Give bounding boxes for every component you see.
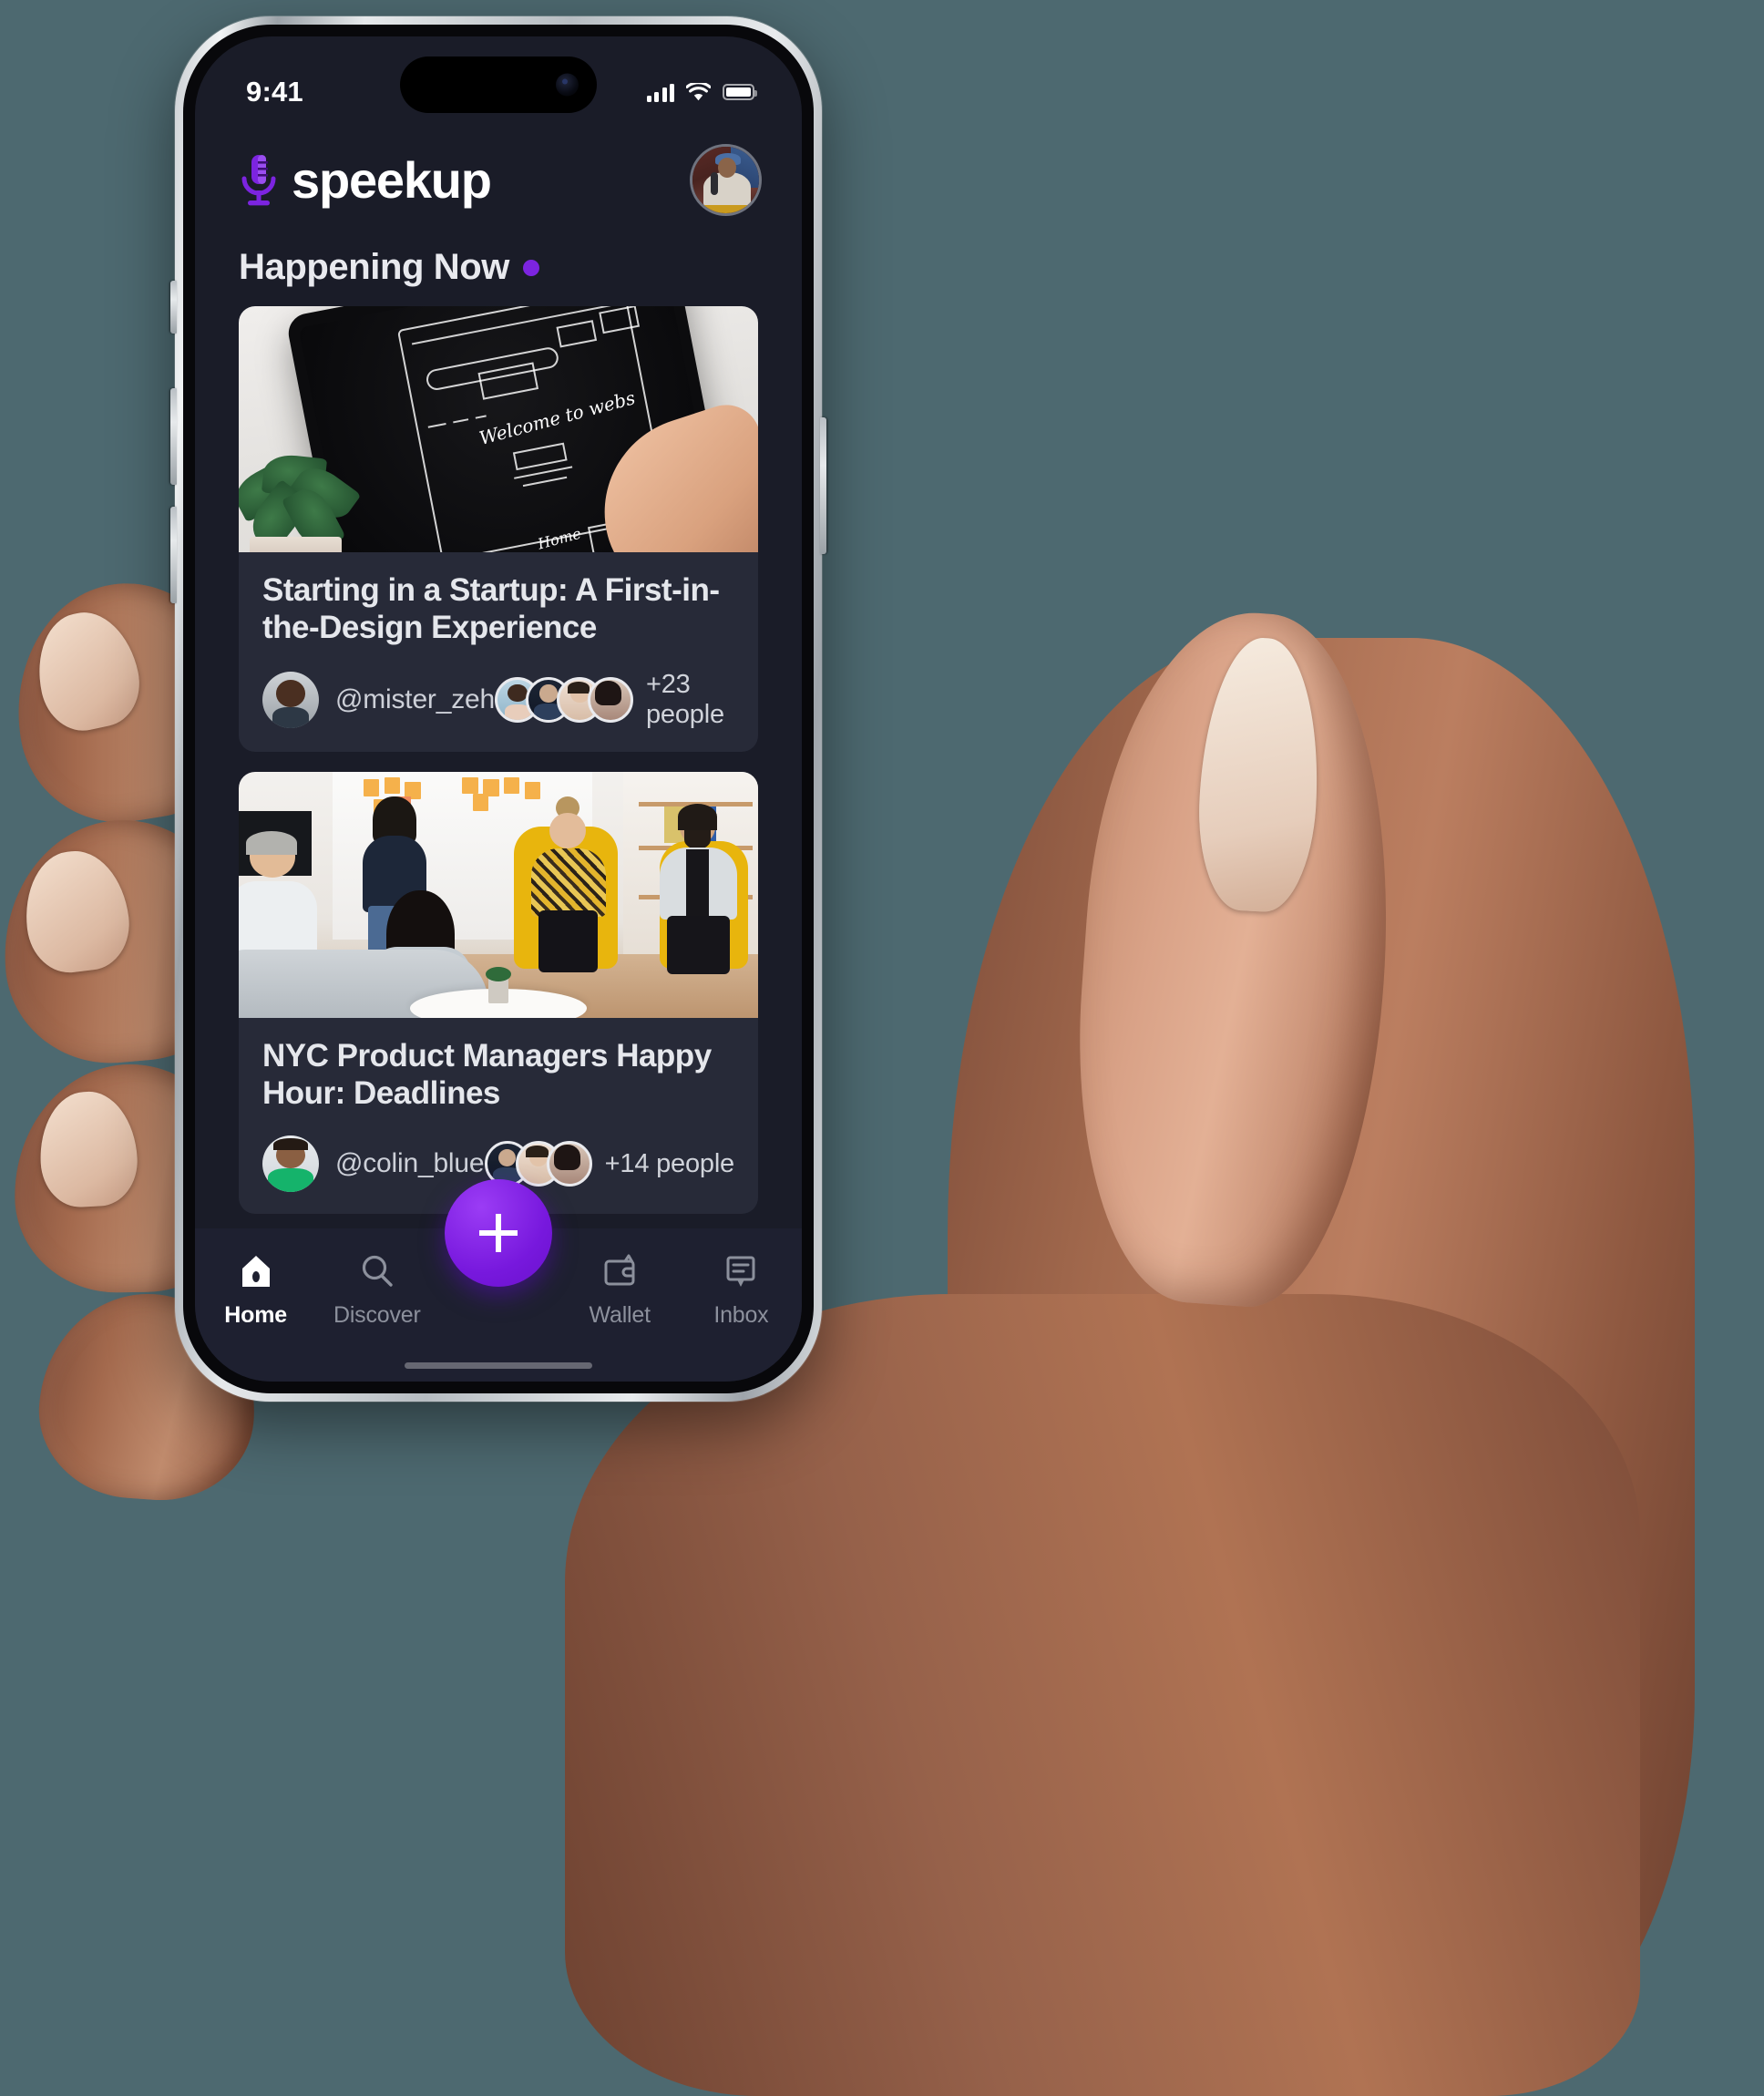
card-title: Starting in a Startup: A First-in-the-De… — [262, 572, 720, 645]
nav-label: Wallet — [589, 1302, 651, 1328]
section-header: Happening Now — [195, 231, 802, 306]
attendee-count: +14 people — [604, 1148, 735, 1178]
nav-label: Inbox — [713, 1302, 769, 1328]
card-host[interactable]: @mister_zeh — [262, 672, 495, 729]
nav-label: Home — [224, 1302, 287, 1328]
nav-label: Discover — [333, 1302, 421, 1328]
profile-avatar[interactable] — [690, 144, 762, 216]
create-button[interactable] — [445, 1179, 552, 1287]
wifi-icon — [686, 82, 711, 100]
card-host[interactable]: @colin_blue — [262, 1135, 485, 1193]
wallet-icon — [604, 1254, 635, 1286]
plus-icon — [479, 1214, 518, 1252]
page-title: Happening Now — [239, 247, 510, 287]
mute-switch-button[interactable] — [170, 281, 177, 334]
card-attendees[interactable]: +14 people — [484, 1141, 735, 1187]
brand-logo[interactable]: speekup — [239, 150, 492, 209]
event-card[interactable]: Welcome to webs Home Starting in a Start… — [239, 306, 758, 753]
host-username: @mister_zeh — [335, 684, 495, 715]
nav-item-wallet[interactable]: Wallet — [559, 1252, 681, 1329]
host-username: @colin_blue — [335, 1148, 485, 1179]
phone-bezel: 9:41 speekup Happening Now Welcome to we… — [183, 25, 814, 1393]
cellular-bars-icon — [646, 83, 674, 102]
nav-item-home[interactable]: Home — [195, 1252, 316, 1329]
palm-lower — [565, 1294, 1640, 2096]
brand-name: speekup — [292, 150, 492, 209]
attendee-avatar — [587, 677, 633, 724]
nav-item-inbox[interactable]: Inbox — [681, 1252, 802, 1329]
status-time: 9:41 — [246, 76, 303, 108]
volume-up-button[interactable] — [170, 388, 177, 485]
event-card[interactable]: NYC Product Managers Happy Hour: Deadlin… — [239, 772, 758, 1215]
attendee-count: +23 people — [645, 670, 724, 730]
battery-full-icon — [723, 84, 757, 100]
volume-down-button[interactable] — [170, 507, 177, 603]
attendee-avatar-stack — [494, 677, 633, 724]
card-media-tablet-wireframe: Welcome to webs Home — [239, 306, 758, 552]
status-icons — [646, 82, 757, 102]
card-media-office-meeting — [239, 772, 758, 1019]
host-avatar — [262, 1135, 319, 1193]
phone-device: 9:41 speekup Happening Now Welcome to we… — [170, 16, 826, 1402]
card-meta: @mister_zeh +23 people — [262, 670, 734, 730]
dynamic-island — [400, 57, 597, 113]
front-camera-icon — [556, 73, 579, 97]
phone-screen: 9:41 speekup Happening Now Welcome to we… — [195, 36, 802, 1382]
search-icon — [362, 1255, 393, 1287]
home-icon — [241, 1256, 270, 1287]
app-header: speekup — [195, 124, 802, 231]
card-body: Starting in a Startup: A First-in-the-De… — [239, 552, 758, 752]
attendee-avatar — [546, 1141, 592, 1187]
card-attendees[interactable]: +23 people — [494, 670, 734, 730]
nav-item-discover[interactable]: Discover — [316, 1252, 437, 1329]
feed-list[interactable]: Welcome to webs Home Starting in a Start… — [195, 306, 802, 1263]
home-indicator[interactable] — [405, 1362, 592, 1369]
host-avatar — [262, 672, 319, 729]
power-button[interactable] — [820, 417, 826, 554]
card-title: NYC Product Managers Happy Hour: Deadlin… — [262, 1038, 712, 1111]
microphone-icon — [241, 154, 276, 205]
chat-icon — [726, 1256, 755, 1287]
live-indicator-dot — [523, 259, 540, 276]
